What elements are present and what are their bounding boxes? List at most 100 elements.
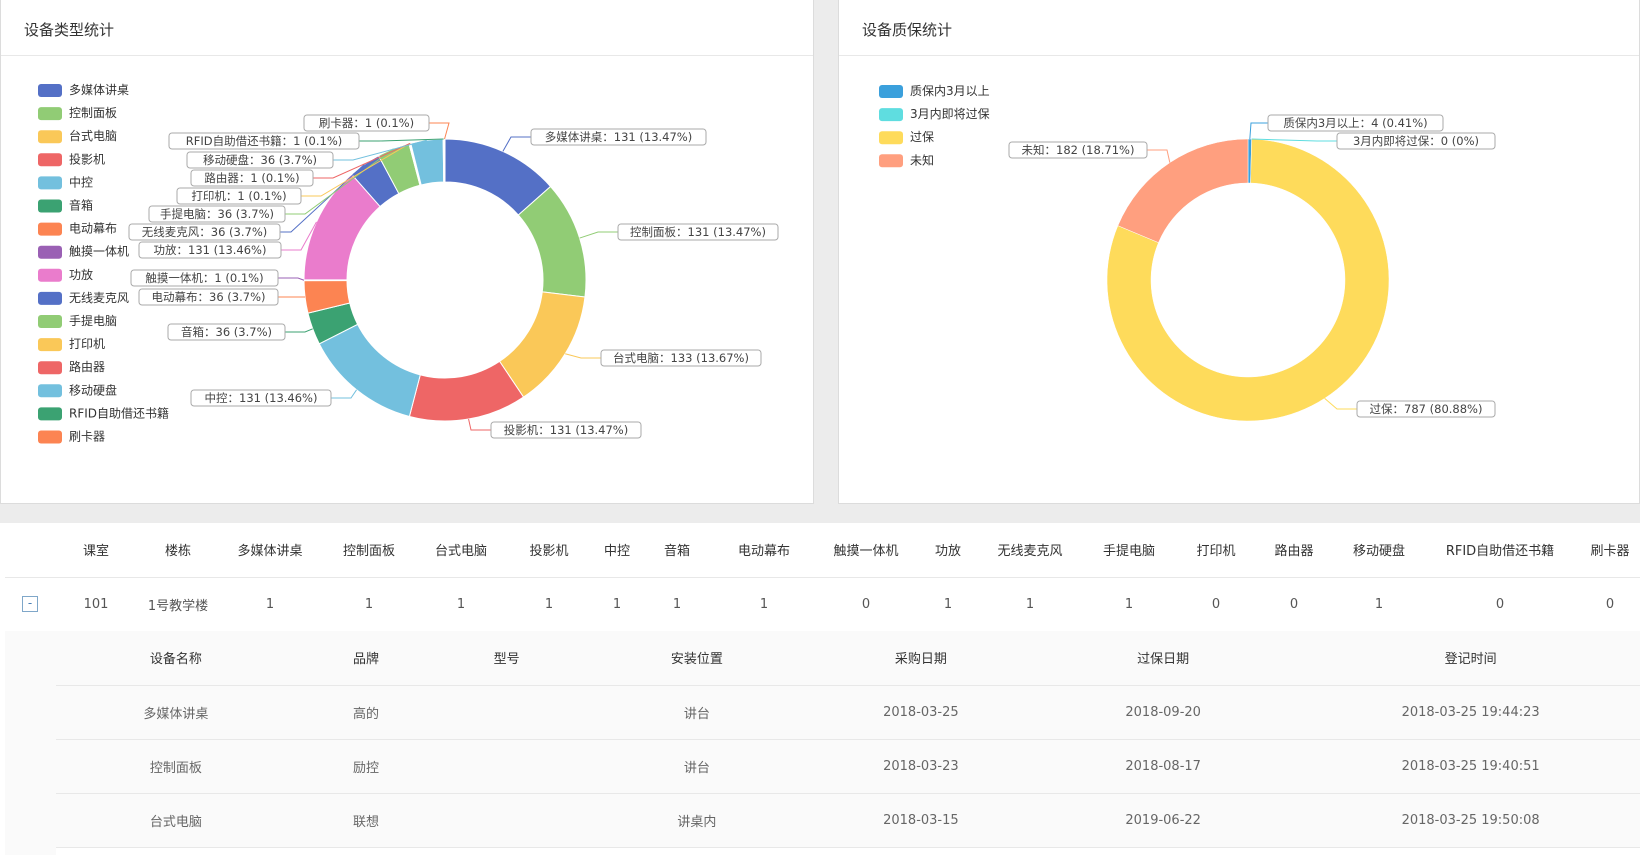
warranty-panel: 设备质保统计 质保内3月以上 3月内即将过保 过保 未知 质保内3月以上：4 (0.41…	[838, 0, 1640, 504]
table-cell: 0	[815, 577, 917, 632]
table-cell: 1	[1333, 577, 1425, 632]
detail-cell: 2018-03-15	[816, 793, 1026, 848]
legend-item[interactable]: 音箱	[69, 198, 93, 213]
legend-swatch[interactable]	[38, 407, 62, 421]
legend-swatch[interactable]	[38, 130, 62, 144]
legend-item[interactable]: 未知	[910, 153, 934, 167]
legend-item[interactable]: 中控	[69, 174, 93, 189]
legend-swatch[interactable]	[38, 84, 62, 97]
detail-column-header[interactable]: 安装位置	[577, 631, 817, 686]
detail-column-header[interactable]: 采购日期	[816, 631, 1026, 686]
column-header[interactable]: 控制面板	[321, 523, 417, 578]
data-label: 电动幕布：36 (3.7%)	[152, 290, 266, 304]
label-line	[468, 418, 491, 431]
legend-swatch[interactable]	[38, 361, 62, 375]
data-label: 投影机：131 (13.47%)	[504, 423, 628, 437]
table-cell: 0	[1177, 577, 1255, 632]
column-header[interactable]: 触摸一体机	[815, 523, 917, 578]
legend-swatch[interactable]	[38, 384, 62, 398]
column-header[interactable]: 电动幕布	[713, 523, 815, 578]
column-header[interactable]: 中控	[593, 523, 641, 578]
detail-cell: 讲桌内	[577, 793, 817, 848]
legend-swatch[interactable]	[38, 338, 62, 352]
column-header[interactable]: 路由器	[1255, 523, 1333, 578]
detail-cell: 2018-03-25	[816, 685, 1026, 740]
legend-item[interactable]: 控制面板	[69, 106, 117, 120]
table-cell: 1	[979, 577, 1081, 632]
detail-cell: 2019-06-22	[1025, 793, 1302, 848]
detail-column-header[interactable]: 设备名称	[56, 631, 296, 686]
label-line	[1324, 397, 1357, 410]
legend-item[interactable]: 电动幕布	[69, 222, 117, 236]
legend-item[interactable]: 功放	[69, 267, 93, 282]
table-row[interactable]: -101 1号教学楼 1 1 1 1 1 1 1 0 1 1 1 0 0 1 0 0	[5, 577, 1640, 632]
column-header[interactable]: 打印机	[1177, 523, 1255, 578]
legend-swatch[interactable]	[38, 107, 62, 121]
legend-swatch[interactable]	[38, 199, 62, 213]
legend-swatch[interactable]	[879, 154, 903, 168]
label-line	[285, 328, 313, 333]
legend-swatch[interactable]	[879, 108, 903, 122]
legend-item[interactable]: 台式电脑	[69, 128, 117, 143]
data-label: 多媒体讲桌：131 (13.47%)	[545, 130, 692, 144]
column-header[interactable]: 课室	[55, 523, 137, 578]
legend-item[interactable]: 手提电脑	[69, 313, 117, 328]
detail-row[interactable]: 控制面板 励控 讲台 2018-03-23 2018-08-17 2018-03-25 1…	[56, 739, 1640, 794]
detail-cell: 励控	[295, 739, 437, 794]
column-header[interactable]	[5, 523, 55, 578]
label-line	[331, 389, 357, 399]
legend-swatch[interactable]	[38, 291, 62, 305]
legend-item[interactable]: 投影机	[69, 151, 105, 166]
legend-item[interactable]: RFID自助借还书籍	[69, 405, 169, 420]
legend-swatch[interactable]	[38, 430, 62, 444]
legend-swatch[interactable]	[38, 222, 62, 236]
expand-cell: -	[5, 577, 55, 632]
column-header[interactable]: 移动硬盘	[1333, 523, 1425, 578]
detail-column-header[interactable]: 型号	[436, 631, 578, 686]
detail-column-header[interactable]: 过保日期	[1025, 631, 1302, 686]
legend-item[interactable]: 刷卡器	[69, 430, 105, 444]
column-header[interactable]: 功放	[917, 523, 979, 578]
detail-row[interactable]: 台式电脑 联想 讲桌内 2018-03-15 2019-06-22 2018-03-25 …	[56, 793, 1640, 848]
legend-item[interactable]: 过保	[910, 130, 934, 144]
column-header[interactable]: 台式电脑	[417, 523, 505, 578]
pie-slice[interactable]	[318, 323, 421, 418]
data-label: 无线麦克风：36 (3.7%)	[142, 225, 267, 239]
column-header[interactable]: 刷卡器	[1575, 523, 1640, 578]
column-header[interactable]: 楼栋	[137, 523, 219, 578]
column-header[interactable]: 无线麦克风	[979, 523, 1081, 578]
legend-item[interactable]: 质保内3月以上	[910, 84, 990, 98]
legend-swatch[interactable]	[38, 245, 62, 259]
collapse-button[interactable]: -	[22, 596, 38, 612]
column-header[interactable]: 多媒体讲桌	[219, 523, 321, 578]
legend-item[interactable]: 移动硬盘	[69, 382, 117, 397]
detail-cell: 2018-03-23	[816, 739, 1026, 794]
legend-swatch[interactable]	[879, 131, 903, 145]
legend-swatch[interactable]	[879, 85, 903, 98]
detail-cell: 多媒体讲桌	[56, 685, 296, 740]
legend-item[interactable]: 3月内即将过保	[910, 107, 990, 121]
legend-item[interactable]: 触摸一体机	[69, 245, 129, 259]
detail-cell: 讲台	[577, 739, 817, 794]
detail-cell	[436, 793, 578, 848]
column-header[interactable]: 投影机	[505, 523, 593, 578]
label-line	[579, 231, 618, 239]
pie-slice[interactable]	[443, 138, 446, 183]
legend-item[interactable]: 无线麦克风	[69, 291, 129, 305]
column-header[interactable]: 音箱	[641, 523, 713, 578]
label-line	[502, 136, 531, 152]
column-header[interactable]: 手提电脑	[1081, 523, 1177, 578]
legend-swatch[interactable]	[38, 315, 62, 328]
legend-swatch[interactable]	[38, 153, 62, 167]
legend-item[interactable]: 路由器	[69, 359, 105, 374]
legend-swatch[interactable]	[38, 176, 62, 190]
legend-swatch[interactable]	[38, 268, 62, 282]
table-cell: 1	[219, 577, 321, 632]
detail-cell: 高的	[295, 685, 437, 740]
detail-column-header[interactable]: 登记时间	[1301, 631, 1640, 686]
column-header[interactable]: RFID自助借还书籍	[1425, 523, 1575, 578]
legend-item[interactable]: 多媒体讲桌	[69, 82, 129, 97]
detail-row[interactable]: 多媒体讲桌 高的 讲台 2018-03-25 2018-09-20 2018-03-25 …	[56, 685, 1640, 740]
detail-column-header[interactable]: 品牌	[295, 631, 437, 686]
legend-item[interactable]: 打印机	[69, 337, 105, 351]
